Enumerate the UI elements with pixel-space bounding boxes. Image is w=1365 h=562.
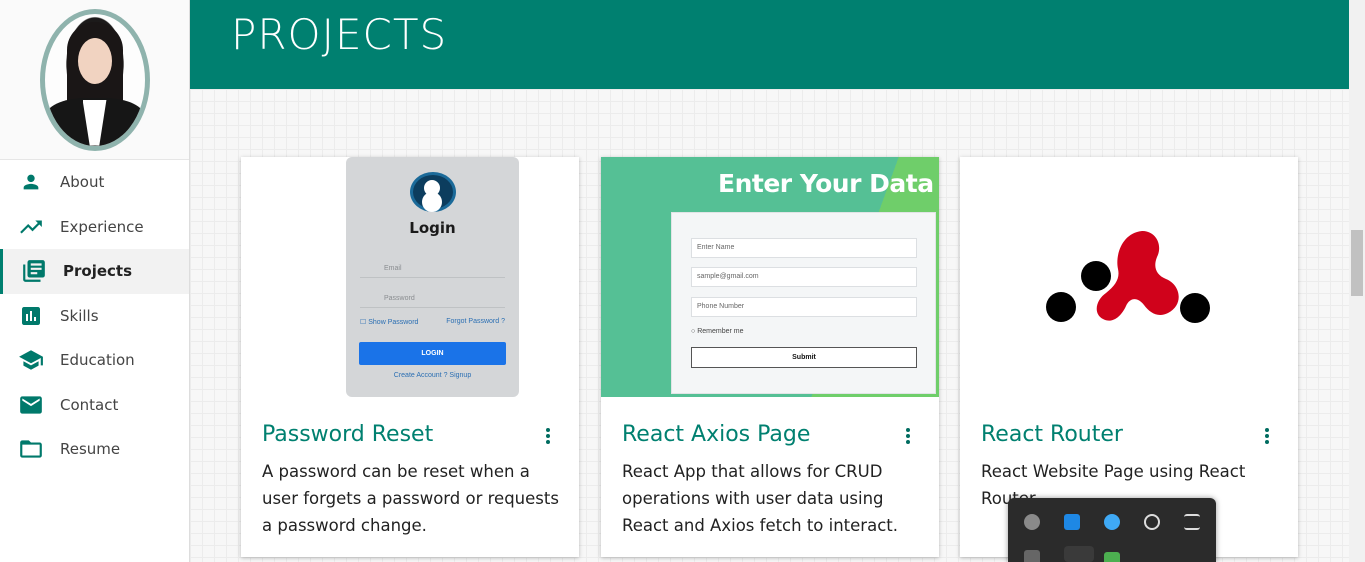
mock-password-field: Password: [360, 290, 505, 308]
mock-name-field: Enter Name: [691, 238, 917, 258]
notification-icon[interactable]: [1184, 514, 1200, 530]
bar-chart-icon: [18, 303, 44, 329]
skype-icon[interactable]: [1024, 514, 1040, 530]
person-icon: [18, 169, 44, 195]
edge-icon[interactable]: [1104, 514, 1120, 530]
project-card-password-reset[interactable]: Login Email Password ☐ Show Password For…: [241, 157, 579, 557]
page-header: PROJECTS: [190, 0, 1349, 89]
mock-show-password-label: Show Password: [368, 319, 419, 326]
scrollbar-thumb[interactable]: [1351, 230, 1363, 296]
mock-forgot-password: Forgot Password ?: [446, 318, 505, 325]
more-vert-icon[interactable]: [1262, 426, 1272, 446]
system-tray-overflow: [1008, 498, 1216, 562]
page-title: PROJECTS: [231, 10, 448, 59]
school-icon: [18, 347, 44, 373]
project-card-react-router[interactable]: React Router React Website Page using Re…: [960, 157, 1298, 557]
project-image-react-router-logo: [960, 157, 1298, 397]
project-title[interactable]: Password Reset: [262, 422, 433, 447]
project-description: React App that allows for CRUD operation…: [622, 462, 898, 535]
profile-photo-area: [0, 0, 189, 160]
mock-links: Create Account ? Signup: [393, 372, 472, 379]
mock-show-password: ☐ Show Password: [360, 319, 419, 326]
project-title[interactable]: React Router: [981, 422, 1123, 447]
mock-heading: Login: [409, 219, 456, 237]
sidebar-item-experience[interactable]: Experience: [0, 205, 189, 250]
sidebar-item-projects[interactable]: Projects: [0, 249, 189, 294]
sidebar-item-skills[interactable]: Skills: [0, 294, 189, 339]
sidebar-item-contact[interactable]: Contact: [0, 383, 189, 428]
more-vert-icon[interactable]: [903, 426, 913, 446]
app-purple-icon[interactable]: [1064, 546, 1094, 562]
sidebar: About Experience Projects Skills Educati…: [0, 0, 190, 562]
avatar: [39, 8, 150, 151]
project-description: A password can be reset when a user forg…: [262, 462, 559, 535]
sidebar-item-about[interactable]: About: [0, 160, 189, 205]
project-title[interactable]: React Axios Page: [622, 422, 810, 447]
sidebar-item-label: Resume: [60, 440, 121, 459]
project-image-login-mockup: Login Email Password ☐ Show Password For…: [241, 157, 579, 397]
folder-icon: [18, 436, 44, 462]
mock-email-field: Email: [360, 260, 505, 278]
page-scrollbar[interactable]: [1349, 0, 1365, 562]
app-m-icon[interactable]: [1024, 550, 1040, 562]
login-mockup: Login Email Password ☐ Show Password For…: [346, 157, 519, 397]
email-icon: [18, 392, 44, 418]
mock-heading: Enter Your Data: [718, 169, 934, 198]
mock-form: Enter Name sample@gmail.com Phone Number…: [671, 212, 936, 394]
mock-remember-me: ○ Remember me: [691, 328, 744, 335]
sidebar-item-label: Contact: [60, 395, 119, 414]
library-books-icon: [21, 258, 47, 284]
more-vert-icon[interactable]: [543, 426, 553, 446]
sidebar-item-label: About: [60, 173, 105, 192]
mock-login-button: LOGIN: [359, 342, 506, 365]
sidebar-item-label: Skills: [60, 306, 99, 325]
sidebar-item-label: Projects: [63, 262, 133, 281]
react-router-logo-icon: [1046, 231, 1210, 323]
project-card-react-axios[interactable]: Enter Your Data Enter Name sample@gmail.…: [601, 157, 939, 557]
sidebar-item-label: Education: [60, 351, 135, 370]
app-green-icon[interactable]: [1104, 552, 1120, 562]
sidebar-item-label: Experience: [60, 217, 144, 236]
sidebar-item-education[interactable]: Education: [0, 338, 189, 383]
sidebar-item-resume[interactable]: Resume: [0, 427, 189, 472]
mock-remember-label: Remember me: [697, 328, 744, 335]
link-icon[interactable]: [1144, 514, 1160, 530]
app-blue-icon[interactable]: [1064, 514, 1080, 530]
mock-email-field: sample@gmail.com: [691, 267, 917, 287]
mock-phone-field: Phone Number: [691, 297, 917, 317]
trending-up-icon: [18, 214, 44, 240]
project-image-axios-form: Enter Your Data Enter Name sample@gmail.…: [601, 157, 939, 397]
user-avatar-icon: [410, 172, 456, 212]
mock-submit-button: Submit: [691, 347, 917, 368]
